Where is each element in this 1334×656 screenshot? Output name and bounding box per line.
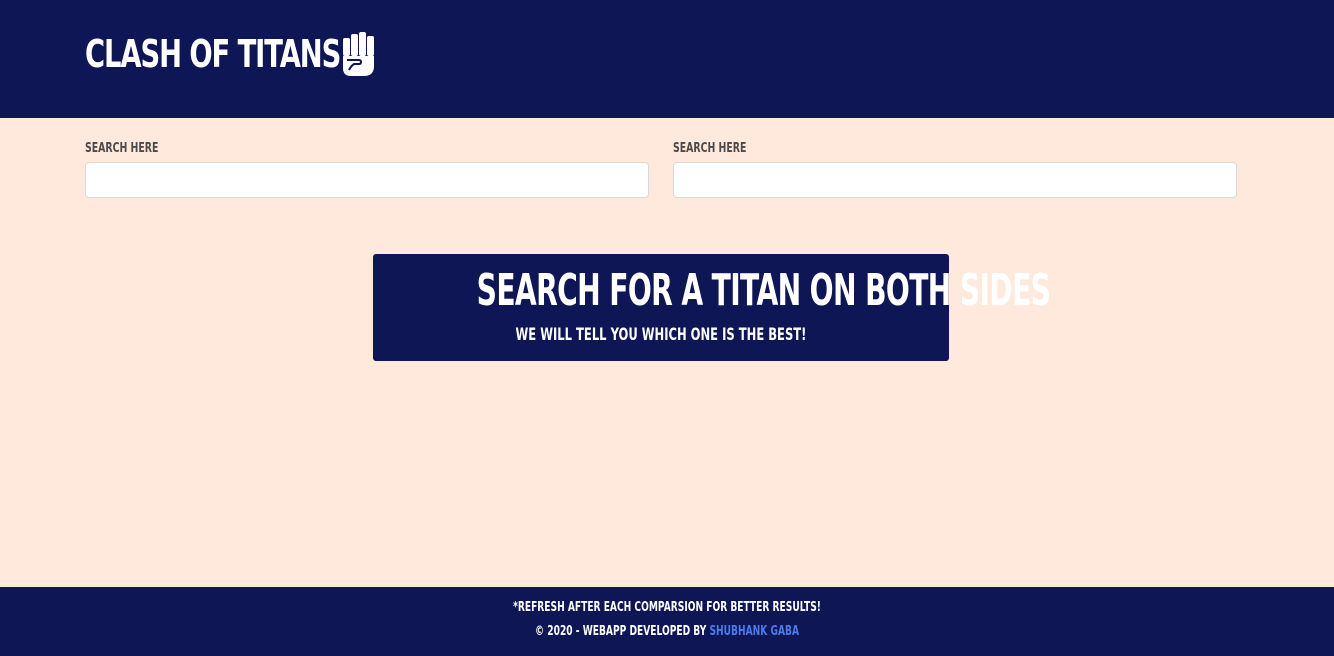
author-link[interactable]: SHUBHANK GABA bbox=[710, 624, 799, 639]
site-title: CLASH OF TITANS bbox=[85, 32, 341, 76]
main-content: SEARCH HERE SEARCH HERE SEARCH FOR A TIT… bbox=[0, 118, 1334, 587]
fist-icon bbox=[339, 30, 379, 78]
footer-credit: © 2020 - WEBAPP DEVELOPED BY SHUBHANK GA… bbox=[200, 623, 1134, 641]
search-group-right: SEARCH HERE bbox=[673, 140, 1237, 198]
search-label-right: SEARCH HERE bbox=[673, 141, 747, 156]
site-header: CLASH OF TITANS bbox=[0, 0, 1334, 118]
search-input-left[interactable] bbox=[85, 162, 649, 198]
banner-title: SEARCH FOR A TITAN ON BOTH SIDES bbox=[476, 265, 1051, 316]
search-label-left: SEARCH HERE bbox=[85, 141, 159, 156]
banner-subtitle: WE WILL TELL YOU WHICH ONE IS THE BEST! bbox=[515, 325, 807, 345]
info-banner: SEARCH FOR A TITAN ON BOTH SIDES WE WILL… bbox=[373, 254, 1051, 361]
search-group-left: SEARCH HERE bbox=[85, 140, 649, 198]
site-footer: *REFRESH AFTER EACH COMPARSION FOR BETTE… bbox=[0, 587, 1334, 656]
footer-credit-prefix: © 2020 - WEBAPP DEVELOPED BY bbox=[535, 624, 710, 639]
footer-note: *REFRESH AFTER EACH COMPARSION FOR BETTE… bbox=[513, 600, 821, 615]
search-input-right[interactable] bbox=[673, 162, 1237, 198]
brand[interactable]: CLASH OF TITANS bbox=[85, 30, 379, 78]
